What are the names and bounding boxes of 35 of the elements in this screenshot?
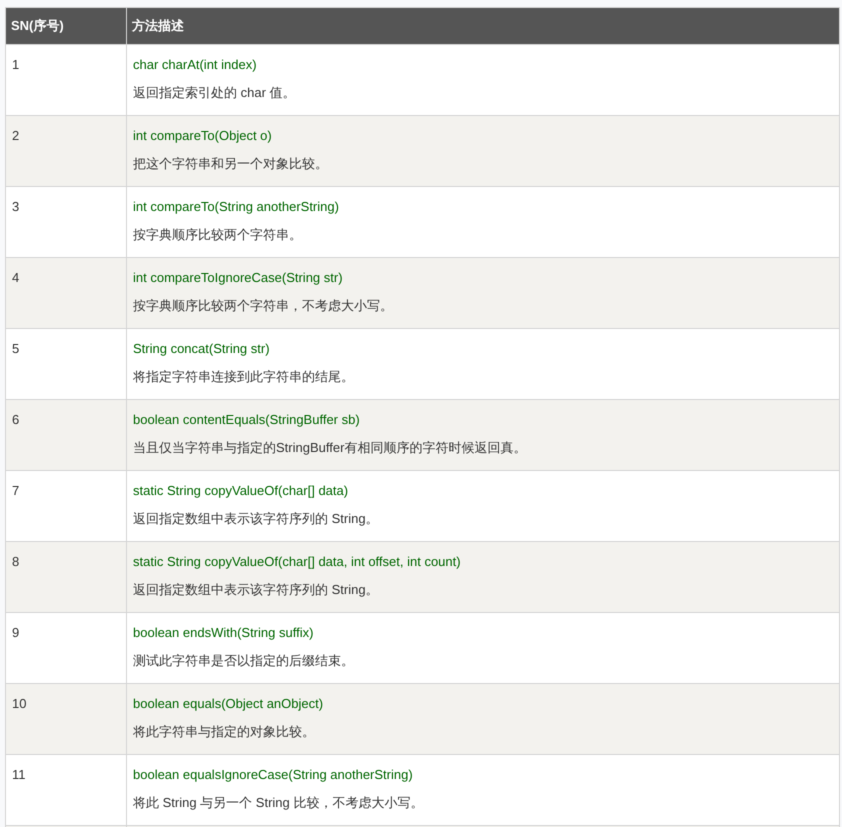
row-number: 10 bbox=[12, 696, 26, 711]
method-signature: static String copyValueOf(char[] data) bbox=[133, 483, 350, 499]
method-description: 测试此字符串是否以指定的后缀结束。 bbox=[133, 653, 355, 669]
row-number: 11 bbox=[12, 767, 26, 782]
method-signature: char charAt(int index) bbox=[133, 57, 258, 73]
method-signature: int compareToIgnoreCase(String str) bbox=[133, 270, 344, 286]
method-description: 把这个字符串和另一个对象比较。 bbox=[133, 156, 329, 172]
method-signature: int compareTo(String anotherString) bbox=[133, 199, 340, 215]
column-header: 方法描述 bbox=[126, 8, 840, 44]
method-description: 将指定字符串连接到此字符串的结尾。 bbox=[133, 369, 355, 385]
row-number: 3 bbox=[12, 199, 20, 214]
column-header: SN(序号) bbox=[6, 8, 126, 44]
method-description: 返回指定数组中表示该字符序列的 String。 bbox=[133, 582, 380, 598]
method-signature: boolean contentEquals(StringBuffer sb) bbox=[133, 412, 361, 428]
method-description: 将此字符串与指定的对象比较。 bbox=[133, 724, 316, 740]
method-description: 当且仅当字符串与指定的StringBuffer有相同顺序的字符时候返回真。 bbox=[133, 440, 528, 456]
method-signature: int compareTo(Object o) bbox=[133, 128, 273, 144]
method-description: 按字典顺序比较两个字符串。 bbox=[133, 227, 303, 243]
row-number: 8 bbox=[12, 554, 20, 569]
method-signature: String concat(String str) bbox=[133, 341, 271, 357]
method-signature: boolean equalsIgnoreCase(String anotherString) bbox=[133, 767, 414, 783]
method-description: 返回指定索引处的 char 值。 bbox=[133, 85, 297, 101]
method-signature: boolean equals(Object anObject) bbox=[133, 696, 324, 712]
method-description: 按字典顺序比较两个字符串，不考虑大小写。 bbox=[133, 298, 394, 314]
row-number: 4 bbox=[12, 270, 20, 285]
row-number: 1 bbox=[12, 57, 20, 72]
row-number: 9 bbox=[12, 625, 20, 640]
method-description: 返回指定数组中表示该字符序列的 String。 bbox=[133, 511, 380, 527]
method-description: 将此 String 与另一个 String 比较，不考虑大小写。 bbox=[133, 795, 424, 811]
row-number: 7 bbox=[12, 483, 20, 498]
method-signature: static String copyValueOf(char[] data, int offset, int count) bbox=[133, 554, 462, 570]
row-number: 5 bbox=[12, 341, 20, 356]
row-number: 2 bbox=[12, 128, 20, 143]
method-signature: boolean endsWith(String suffix) bbox=[133, 625, 314, 641]
row-number: 6 bbox=[12, 412, 20, 427]
